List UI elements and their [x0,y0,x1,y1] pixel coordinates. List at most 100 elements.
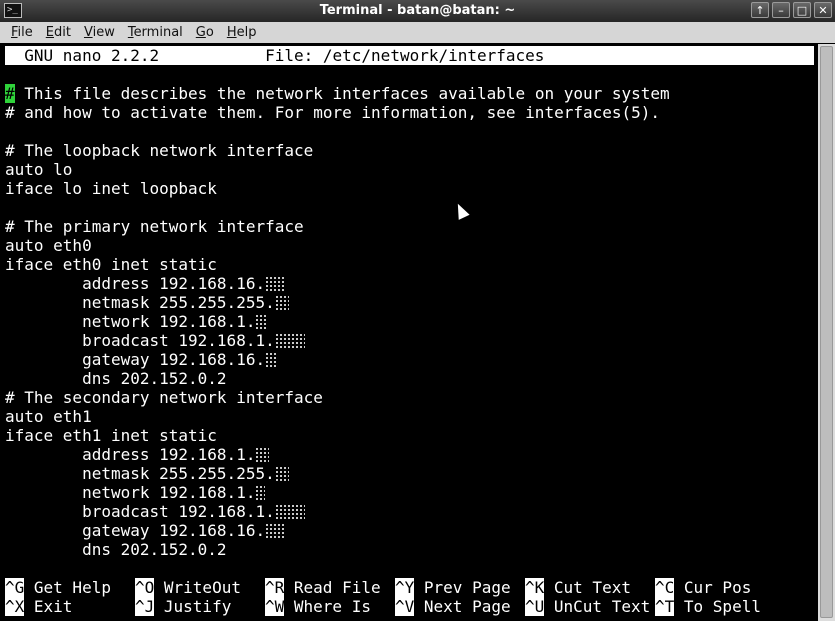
shortcut-item[interactable]: ^C Cur Pos [655,578,785,597]
editor-line: gateway 192.168.16. [5,521,286,540]
shortcut-label: Prev Page [414,578,511,597]
editor-line-text: dns 202.152.0.2 [5,369,227,388]
editor-line: netmask 255.255.255. [5,293,289,312]
shortcut-item[interactable]: ^U UnCut Text [525,597,655,616]
editor-line: iface lo inet loopback [5,179,217,198]
shortcut-key: ^O [135,578,155,597]
menu-help[interactable]: Help [227,25,257,40]
editor-line: # The primary network interface [5,217,304,236]
redacted-value [255,314,268,330]
menu-edit[interactable]: Edit [46,25,71,40]
menu-bar: File Edit View Terminal Go Help [0,22,835,43]
shortcut-item[interactable]: ^O WriteOut [135,578,265,597]
editor-line: network 192.168.1. [5,483,266,502]
editor-line-text: network 192.168.1. [5,483,256,502]
redacted-value [274,466,289,482]
editor-line-text: iface lo inet loopback [5,179,217,198]
editor-line-text: auto eth1 [5,407,92,426]
editor-line: # This file describes the network interf… [5,84,670,103]
editor-line: auto lo [5,160,72,179]
editor-line-text: netmask 255.255.255. [5,464,275,483]
shortcut-label: WriteOut [154,578,241,597]
shortcut-key: ^J [135,597,155,616]
editor-line: # and how to activate them. For more inf… [5,103,660,122]
terminal-scrollbar[interactable] [818,44,835,621]
editor-line-text: dns 202.152.0.2 [5,540,227,559]
text-cursor: # [5,84,15,103]
shortcut-item[interactable]: ^R Read File [265,578,395,597]
shortcut-key: ^Y [395,578,415,597]
editor-line-text: This file describes the network interfac… [14,84,670,103]
close-button[interactable]: ✕ [814,2,832,18]
shortcut-key: ^G [5,578,25,597]
shortcut-item[interactable]: ^V Next Page [395,597,525,616]
editor-line: # The secondary network interface [5,388,323,407]
editor-line: iface eth1 inet static [5,426,217,445]
shortcut-item[interactable]: ^J Justify [135,597,265,616]
shortcut-label: Exit [24,597,73,616]
editor-line-text: address 192.168.1. [5,445,256,464]
shortcut-row-1: ^G Get Help ^O WriteOut ^R Read File ^Y Pre… [5,578,785,597]
minimize-button[interactable]: – [772,2,790,18]
editor-line-text: broadcast 192.168.1. [5,502,275,521]
shortcut-label: Get Help [24,578,111,597]
keep-above-button[interactable]: ↑ [751,2,769,18]
editor-line: address 192.168.1. [5,445,270,464]
editor-line-text: gateway 192.168.16. [5,350,266,369]
editor-line-text: netmask 255.255.255. [5,293,275,312]
shortcut-label: To Spell [674,597,761,616]
menu-terminal[interactable]: Terminal [128,25,183,40]
editor-line: network 192.168.1. [5,312,268,331]
shortcut-item[interactable]: ^T To Spell [655,597,785,616]
shortcut-key: ^X [5,597,25,616]
shortcut-item[interactable]: ^X Exit [5,597,135,616]
shortcut-key: ^W [265,597,285,616]
menu-file[interactable]: File [11,25,33,40]
shortcut-key: ^K [525,578,545,597]
shortcut-key: ^V [395,597,415,616]
redacted-value [274,295,289,311]
editor-line-text: # The loopback network interface [5,141,314,160]
redacted-value [255,447,270,463]
shortcut-label: Read File [284,578,381,597]
shortcut-label: Cur Pos [674,578,752,597]
shortcut-item[interactable]: ^Y Prev Page [395,578,525,597]
editor-line: broadcast 192.168.1. [5,502,305,521]
editor-line-text: auto eth0 [5,236,92,255]
editor-line-text: network 192.168.1. [5,312,256,331]
redacted-value [265,276,286,292]
redacted-value [265,523,286,539]
menu-go[interactable]: Go [196,25,214,40]
redacted-value [265,352,278,368]
editor-line: netmask 255.255.255. [5,464,289,483]
redacted-value [274,333,305,349]
shortcut-label: Justify [154,597,232,616]
window-controls: ↑ – □ ✕ [751,2,832,18]
nano-header: GNU nano 2.2.2 File: /etc/network/interf… [5,46,814,65]
editor-line-text: auto lo [5,160,73,179]
shortcut-item[interactable]: ^K Cut Text [525,578,655,597]
editor-line: dns 202.152.0.2 [5,540,227,559]
shortcut-row-2: ^X Exit ^J Justify ^W Where Is ^V Next Page… [5,597,785,616]
redacted-value [274,504,305,520]
editor-line: # The loopback network interface [5,141,313,160]
terminal-window: >_ Terminal - batan@batan: ~ ↑ – □ ✕ Fil… [0,0,835,621]
shortcut-key: ^C [655,578,675,597]
title-bar[interactable]: >_ Terminal - batan@batan: ~ ↑ – □ ✕ [0,0,835,22]
editor-line-text: # The primary network interface [5,217,304,236]
shortcut-label: Next Page [414,597,511,616]
menu-view[interactable]: View [84,25,115,40]
editor-line: broadcast 192.168.1. [5,331,305,350]
shortcut-label: Cut Text [544,578,631,597]
editor-line-text: iface eth1 inet static [5,426,217,445]
editor-line: dns 202.152.0.2 [5,369,227,388]
shortcut-item[interactable]: ^W Where Is [265,597,395,616]
editor-line: address 192.168.16. [5,274,286,293]
scroll-thumb[interactable] [820,46,833,618]
redacted-value [255,485,266,501]
shortcut-item[interactable]: ^G Get Help [5,578,135,597]
shortcut-key: ^T [655,597,675,616]
editor-line-text: iface eth0 inet static [5,255,217,274]
maximize-button[interactable]: □ [793,2,811,18]
terminal-area[interactable]: GNU nano 2.2.2 File: /etc/network/interf… [0,44,818,621]
